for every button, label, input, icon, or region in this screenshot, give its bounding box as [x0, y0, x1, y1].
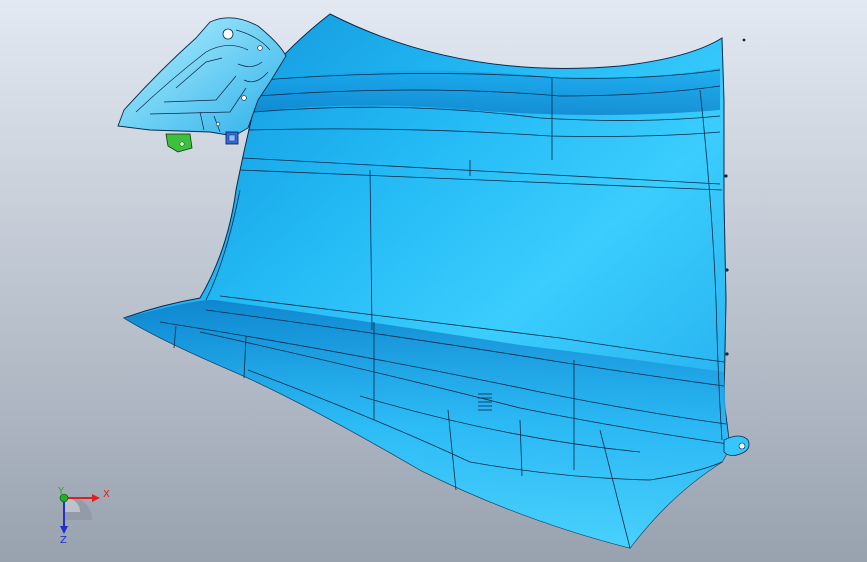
cad-viewport[interactable]: X Y Z: [0, 0, 867, 562]
z-axis-label: Z: [60, 535, 67, 546]
z-arrowhead: [60, 526, 68, 534]
y-axis-label: Y: [57, 486, 65, 497]
x-arrowhead: [92, 494, 100, 502]
x-axis-label: X: [103, 489, 110, 500]
coordinate-triad[interactable]: X Y Z: [0, 0, 867, 562]
